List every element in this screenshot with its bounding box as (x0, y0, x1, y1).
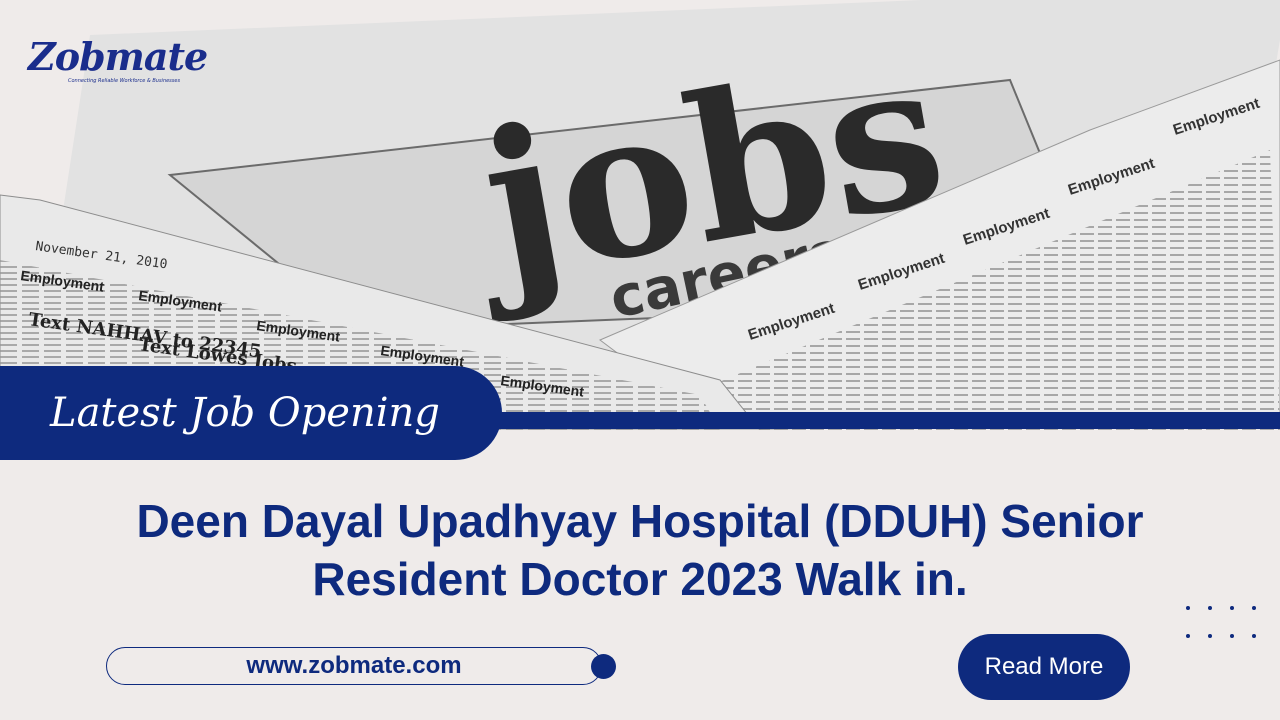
brand-logo-wordmark: Zobmate (28, 34, 208, 79)
read-more-button[interactable]: Read More (958, 634, 1130, 700)
brand-logo-tagline: Connecting Reliable Workforce & Business… (68, 78, 181, 84)
latest-job-label: Latest Job Opening (0, 366, 502, 460)
latest-job-label-text: Latest Job Opening (50, 390, 440, 436)
dot-grid-icon (1186, 606, 1266, 646)
website-dot-decoration (591, 654, 616, 679)
website-link[interactable]: www.zobmate.com (106, 647, 602, 685)
website-link-text: www.zobmate.com (246, 652, 462, 679)
job-headline-line-1: Deen Dayal Upadhyay Hospital (DDUH) Seni… (136, 495, 1144, 547)
brand-logo[interactable]: Zobmate Connecting Reliable Workforce & … (28, 34, 208, 98)
job-headline-line-2: Resident Doctor 2023 Walk in. (312, 553, 968, 605)
job-headline: Deen Dayal Upadhyay Hospital (DDUH) Seni… (0, 492, 1280, 608)
